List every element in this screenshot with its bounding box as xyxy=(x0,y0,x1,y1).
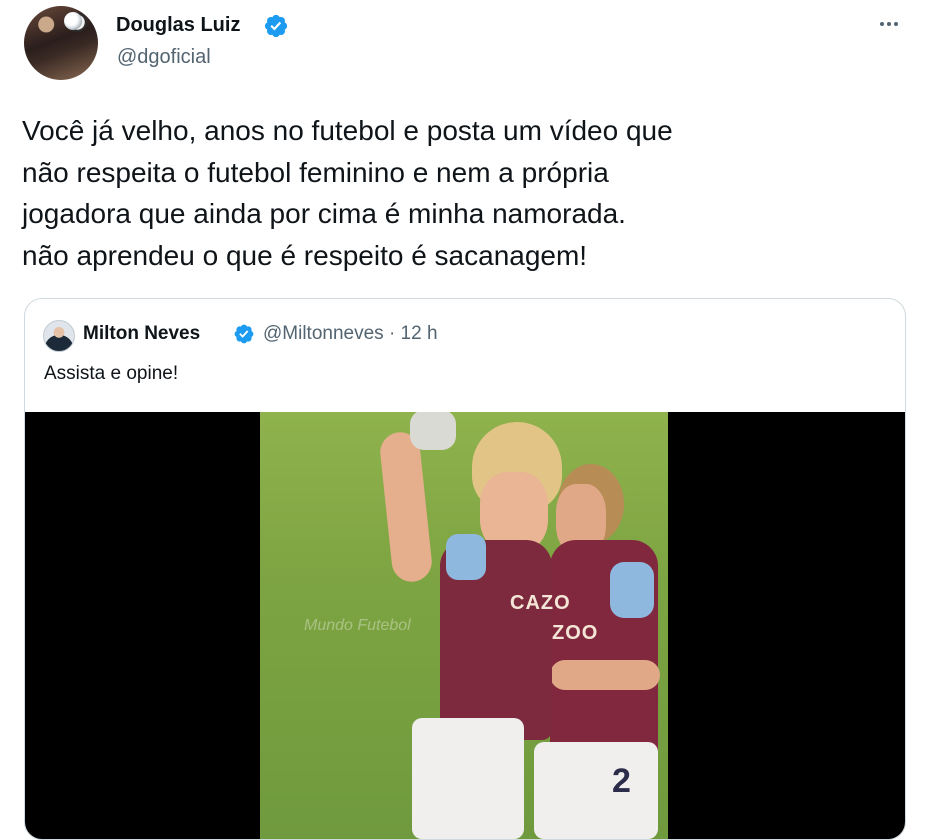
player-shorts xyxy=(534,742,658,839)
water-bottle xyxy=(410,412,456,450)
shirt-sponsor: CAZO xyxy=(510,592,571,614)
tweet: Douglas Luiz @dgoficial Você já velho, a… xyxy=(0,0,950,840)
quoted-tweet-text: Assista e opine! xyxy=(44,363,179,384)
video-watermark: Mundo Futebol xyxy=(304,617,411,634)
player-sleeve xyxy=(446,534,486,580)
player-arm xyxy=(550,660,660,690)
quoted-author-avatar[interactable] xyxy=(43,320,75,352)
dot xyxy=(880,22,884,26)
video-frame: Mundo Futebol CAZO ZOO 2 xyxy=(260,412,668,839)
player-arm xyxy=(378,430,434,584)
author-name[interactable]: Douglas Luiz xyxy=(116,14,240,37)
verified-badge-icon xyxy=(234,324,254,344)
verified-badge-icon xyxy=(264,14,288,38)
video-player[interactable]: Mundo Futebol CAZO ZOO 2 xyxy=(25,412,905,839)
more-options-icon[interactable] xyxy=(872,14,906,34)
author-handle[interactable]: @dgoficial xyxy=(117,46,211,69)
quoted-author-name[interactable]: Milton Neves xyxy=(83,323,200,345)
author-avatar[interactable] xyxy=(24,6,98,80)
player-sleeve xyxy=(610,562,654,618)
shirt-sponsor: ZOO xyxy=(552,622,599,644)
dot xyxy=(894,22,898,26)
tweet-text: Você já velho, anos no futebol e posta u… xyxy=(22,115,673,271)
dot xyxy=(887,22,891,26)
player-shorts xyxy=(412,718,524,839)
shirt-number: 2 xyxy=(612,762,631,800)
quoted-handle-time[interactable]: @Miltonneves · 12 h xyxy=(263,323,438,345)
football-graphic xyxy=(64,12,82,30)
quoted-tweet[interactable]: Milton Neves @Miltonneves · 12 h Assista… xyxy=(24,298,906,840)
